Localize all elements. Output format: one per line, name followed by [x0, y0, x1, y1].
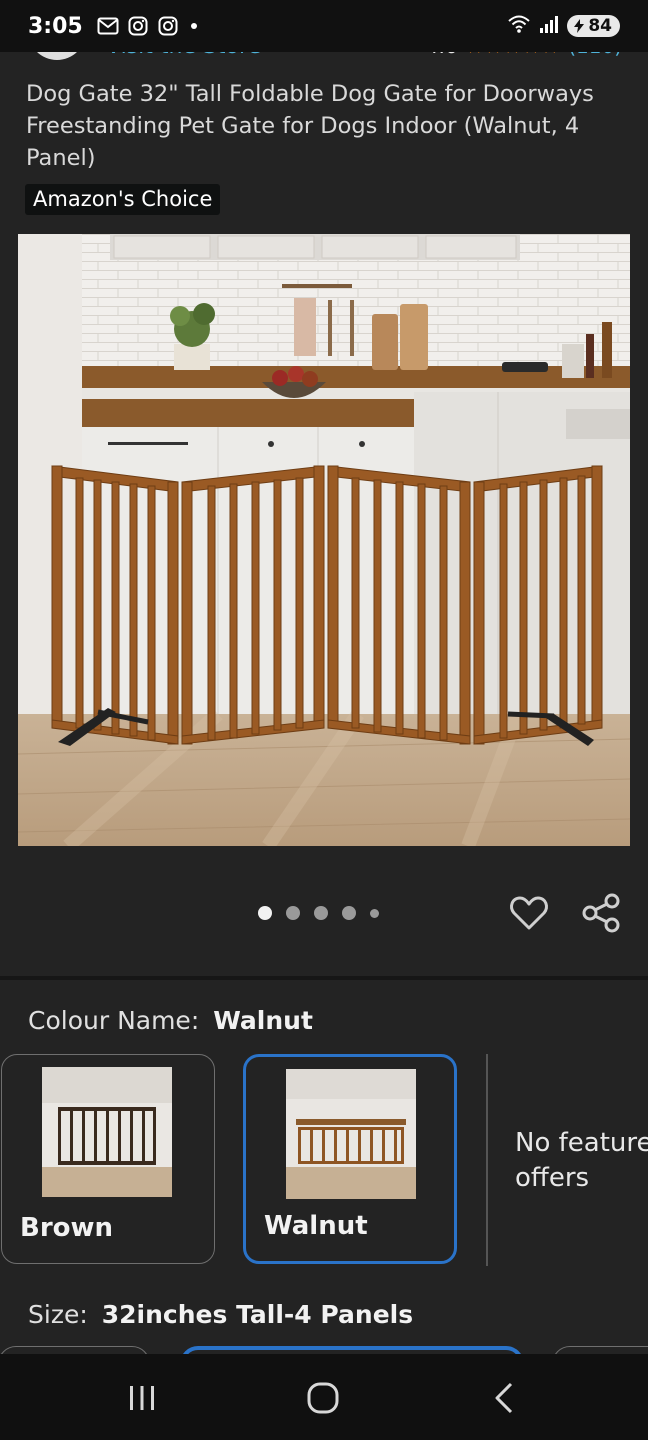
- gate-photo-illustration: [18, 234, 630, 846]
- carousel-dots[interactable]: [258, 906, 379, 920]
- battery-level: 84: [588, 16, 612, 36]
- amazons-choice-badge: Amazon's Choice: [25, 184, 221, 215]
- no-featured-offers-text: No featured offers: [515, 1128, 648, 1193]
- carousel-dot[interactable]: [370, 908, 379, 918]
- battery-icon: 84: [567, 15, 620, 37]
- no-featured-offers-clip: No featured offers: [488, 1100, 648, 1220]
- recent-apps-button[interactable]: [120, 1376, 164, 1420]
- size-label: Size: 32inches Tall-4 Panels: [28, 1300, 413, 1329]
- colour-thumbnail-brown: [42, 1067, 172, 1197]
- instagram-icon: [127, 16, 149, 36]
- colour-option-label: Brown: [20, 1213, 114, 1243]
- signal-icon: [539, 15, 559, 37]
- carousel-dot[interactable]: [286, 906, 300, 920]
- colour-thumbnail-walnut: [286, 1069, 416, 1199]
- colour-option-brown[interactable]: Brown: [1, 1054, 215, 1264]
- colour-option-walnut[interactable]: Walnut: [243, 1054, 457, 1264]
- wishlist-button[interactable]: [508, 892, 550, 934]
- carousel-dot[interactable]: [314, 906, 328, 920]
- colour-option-label: Walnut: [264, 1211, 368, 1241]
- status-right: 84: [507, 14, 620, 38]
- share-icon: [582, 893, 620, 933]
- colour-selected-value: Walnut: [213, 1006, 313, 1035]
- recent-apps-icon: [130, 1386, 154, 1410]
- home-icon: [307, 1382, 339, 1414]
- colour-label: Colour Name: Walnut: [28, 1006, 313, 1035]
- system-nav-bar: [0, 1354, 648, 1440]
- size-label-text: Size:: [28, 1300, 88, 1329]
- share-button[interactable]: [581, 892, 623, 934]
- size-selected-value: 32inches Tall-4 Panels: [101, 1300, 414, 1329]
- heart-icon: [510, 896, 548, 930]
- dot-icon: [190, 23, 197, 29]
- home-button[interactable]: [301, 1376, 345, 1420]
- product-image[interactable]: [18, 234, 630, 846]
- mail-icon: [97, 16, 119, 36]
- section-divider: [0, 976, 648, 980]
- back-button[interactable]: [483, 1376, 527, 1420]
- wifi-icon: [507, 14, 531, 38]
- carousel-dot[interactable]: [342, 906, 356, 920]
- instagram-icon: [157, 16, 179, 36]
- status-time: 3:05: [28, 13, 83, 39]
- carousel-dot[interactable]: [258, 906, 272, 920]
- colour-label-text: Colour Name:: [28, 1006, 200, 1035]
- product-title: Dog Gate 32" Tall Foldable Dog Gate for …: [26, 81, 594, 171]
- status-bar: 3:05 84: [0, 0, 648, 52]
- back-icon: [495, 1382, 513, 1414]
